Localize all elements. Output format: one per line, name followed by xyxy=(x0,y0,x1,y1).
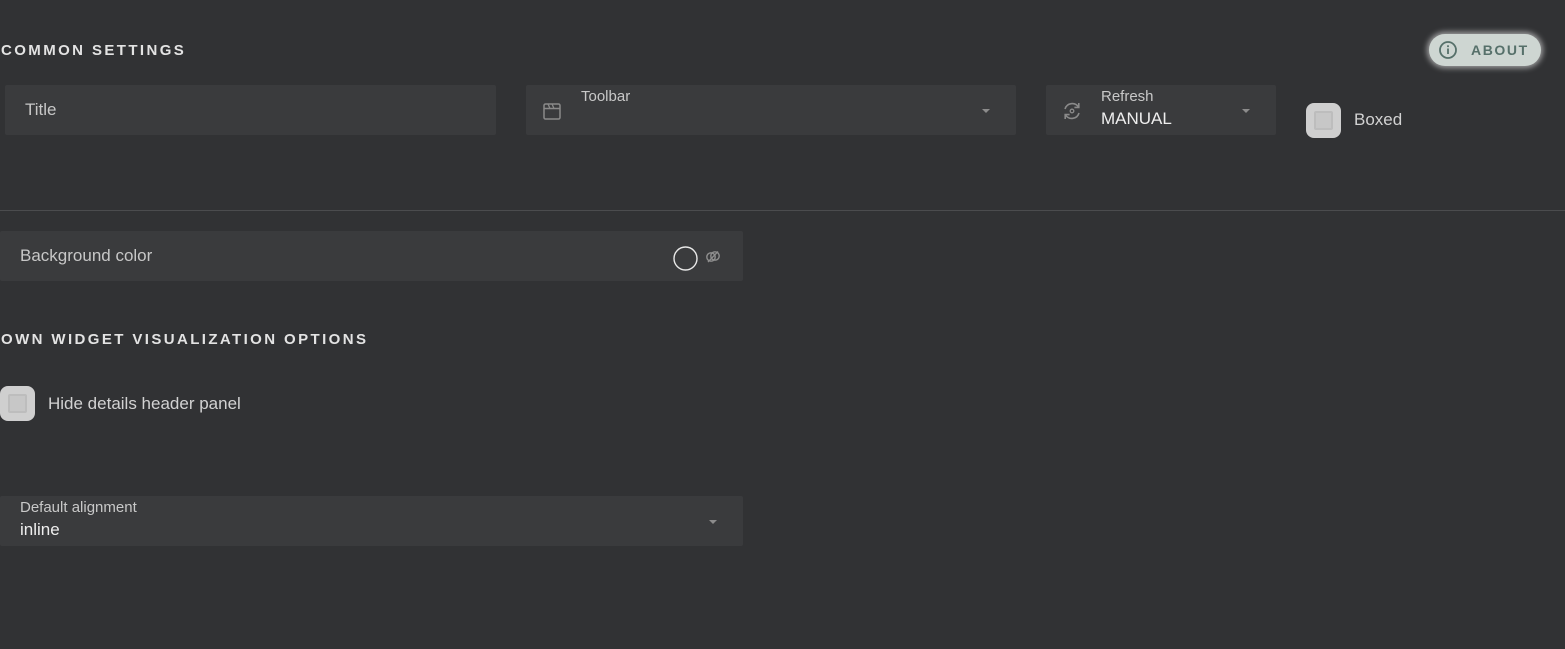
default-alignment-select[interactable]: Default alignment inline xyxy=(0,496,743,546)
boxed-label: Boxed xyxy=(1354,110,1403,129)
refresh-value: MANUAL xyxy=(1101,109,1172,128)
own-widget-options-heading: OWN WIDGET VISUALIZATION OPTIONS xyxy=(1,331,369,348)
default-alignment-value: inline xyxy=(20,520,60,539)
widget-settings-panel: COMMON SETTINGS ABOUT Title Toolbar Refr… xyxy=(0,0,1565,649)
checkbox-box xyxy=(8,394,27,413)
section-divider xyxy=(0,210,1565,211)
color-circle-icon[interactable] xyxy=(673,246,698,271)
info-circle-icon xyxy=(1438,40,1458,60)
toolbar-select[interactable]: Toolbar xyxy=(526,85,1016,135)
toolbar-label: Toolbar xyxy=(581,88,631,105)
about-button-label: ABOUT xyxy=(1471,42,1529,58)
about-button[interactable]: ABOUT xyxy=(1429,34,1541,66)
common-settings-heading: COMMON SETTINGS xyxy=(1,42,187,59)
checkbox-box xyxy=(1314,111,1333,130)
hide-details-header-label: Hide details header panel xyxy=(48,394,241,413)
background-color-field[interactable]: Background color xyxy=(0,231,743,281)
chevron-down-icon xyxy=(1242,109,1250,113)
refresh-select[interactable]: Refresh MANUAL xyxy=(1046,85,1276,135)
title-placeholder: Title xyxy=(25,100,57,119)
background-color-label: Background color xyxy=(20,246,153,265)
hide-details-header-checkbox[interactable] xyxy=(0,386,35,421)
calendar-icon xyxy=(542,101,562,121)
link-icon[interactable] xyxy=(704,248,722,266)
refresh-label: Refresh xyxy=(1101,88,1154,105)
refresh-icon xyxy=(1061,100,1083,122)
title-field[interactable]: Title xyxy=(5,85,496,135)
boxed-checkbox[interactable] xyxy=(1306,103,1341,138)
default-alignment-label: Default alignment xyxy=(20,499,137,516)
chevron-down-icon xyxy=(709,520,717,524)
chevron-down-icon xyxy=(982,109,990,113)
